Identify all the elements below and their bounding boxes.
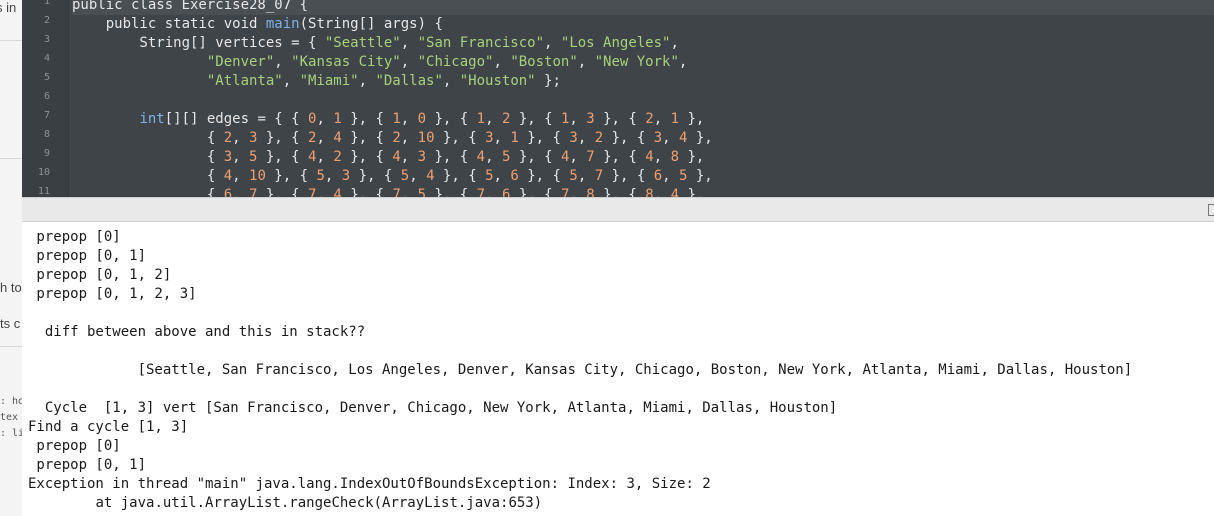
code-line: { 2, 3 }, { 2, 4 }, { 2, 10 }, { 3, 1 },… (72, 130, 713, 146)
console-line: Find a cycle [1, 3] (28, 419, 189, 435)
console-line: prepop [0, 1, 2, 3] (28, 286, 197, 302)
console-line: prepop [0] (28, 229, 121, 245)
code-line: int[][] edges = { { 0, 1 }, { 1, 0 }, { … (139, 111, 705, 127)
console-line: prepop [0] (28, 438, 121, 454)
panel-splitter[interactable] (22, 197, 1214, 222)
code-line: "Atlanta", "Miami", "Dallas", "Houston" … (206, 73, 561, 89)
console-line: prepop [0, 1] (28, 457, 147, 473)
line-number: 10 (37, 167, 50, 178)
line-number: 8 (43, 129, 50, 140)
line-number: 5 (43, 72, 50, 83)
line-number: 9 (43, 148, 50, 159)
line-number: 6 (43, 91, 50, 102)
line-number: 2 (43, 15, 50, 26)
line-number: 1 (43, 0, 50, 7)
code-line: public class Exercise28_07 { (72, 0, 1214, 15)
code-line: { 3, 5 }, { 4, 2 }, { 4, 3 }, { 4, 5 }, … (72, 149, 705, 165)
console-stack-trace-line: at java.util.ArrayList.rangeCheck(ArrayL… (28, 495, 543, 511)
code-editor[interactable]: 1 2 3 4 5 6 7 8 9 10 11 public class Exe… (22, 0, 1214, 197)
console-line: diff between above and this in stack?? (28, 324, 366, 340)
clear-console-icon[interactable] (1208, 204, 1214, 216)
code-line: String[] vertices = { "Seattle", "San Fr… (72, 35, 679, 51)
console-line: prepop [0, 1, 2] (28, 267, 172, 283)
background-text: s in (0, 0, 17, 15)
code-line: "Denver", "Kansas City", "Chicago", "Bos… (206, 54, 688, 70)
background-text: h to (0, 280, 22, 295)
background-text: ts c (0, 316, 21, 331)
line-number: 11 (37, 186, 50, 197)
background-divider (0, 346, 22, 347)
console-output[interactable]: prepop [0] prepop [0, 1] prepop [0, 1, 2… (22, 222, 1214, 516)
background-page-strip: s in h to ts c : ho tex : li (0, 0, 22, 516)
background-divider (0, 158, 22, 159)
console-error-line: Exception in thread "main" java.lang.Ind… (28, 476, 711, 492)
background-divider (0, 40, 22, 41)
line-number: 7 (43, 110, 50, 121)
console-line: [Seattle, San Francisco, Los Angeles, De… (28, 362, 1133, 378)
background-text: : ho (0, 396, 22, 407)
console-line: prepop [0, 1] (28, 248, 147, 264)
background-text: tex (0, 412, 19, 423)
line-number: 3 (43, 34, 50, 45)
code-line: { 4, 10 }, { 5, 3 }, { 5, 4 }, { 5, 6 },… (72, 168, 713, 184)
line-number-gutter: 1 2 3 4 5 6 7 8 9 10 11 (22, 0, 69, 197)
code-line: { 6, 7 }, { 7, 4 }, { 7, 5 }, { 7, 6 }, … (72, 187, 705, 197)
line-number: 4 (43, 53, 50, 64)
code-line: public static void main(String[] args) { (72, 16, 443, 32)
console-line: Cycle [1, 3] vert [San Francisco, Denver… (28, 400, 838, 416)
background-text: : li (0, 428, 22, 439)
